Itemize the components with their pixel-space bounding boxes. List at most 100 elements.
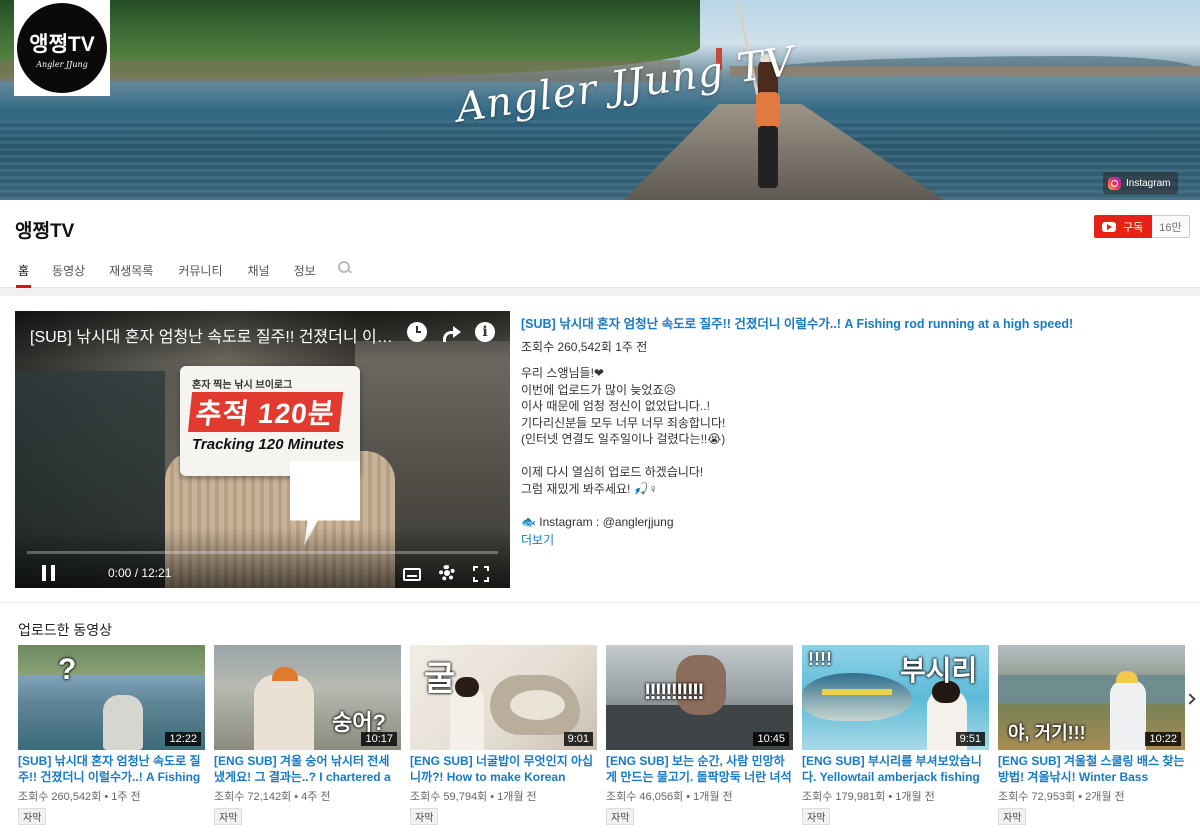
channel-header: 앵쩡TV 구독 16만 홈 동영상 재생목록 커뮤니티 채널 정보	[0, 200, 1200, 288]
video-thumbnail[interactable]: ? 12:22	[18, 645, 205, 750]
player-controls: 0:00 / 12:21	[15, 561, 510, 588]
subtitle-badge: 자막	[18, 808, 47, 825]
desc-line: (인터넷 연결도 일주일이나 걸렸다는!!😭)	[521, 432, 726, 446]
progress-bar[interactable]	[27, 551, 498, 554]
banner-pier	[730, 66, 1200, 76]
uploads-heading: 업로드한 동영상	[18, 622, 113, 638]
search-icon	[337, 261, 352, 275]
video-card[interactable]: 야, 거기!!! 10:22 [ENG SUB] 겨울철 스쿨링 배스 찾는 방…	[998, 645, 1185, 826]
player-time: 0:00 / 12:21	[108, 566, 172, 580]
settings-icon[interactable]	[439, 565, 455, 581]
banner-water	[0, 120, 1200, 200]
thumb-english-text: Tracking 120 Minutes	[192, 436, 345, 453]
channel-name: 앵쩡TV	[15, 221, 75, 242]
video-thumbnail[interactable]: 굴 9:01	[410, 645, 597, 750]
video-duration: 10:17	[361, 732, 397, 746]
tab-videos[interactable]: 동영상	[52, 258, 85, 288]
pause-icon[interactable]	[42, 565, 56, 581]
desc-line: 그럼 재밌게 봐주세요! 🎣♀	[521, 481, 658, 496]
video-player[interactable]: 혼자 찍는 낚시 브이로그 추적 120분 Tracking 120 Minut…	[15, 311, 510, 588]
channel-tabs: 홈 동영상 재생목록 커뮤니티 채널 정보	[0, 258, 352, 288]
video-title[interactable]: [ENG SUB] 겨울철 스쿨링 배스 찾는 방법! 겨울낚시! Winter…	[998, 753, 1185, 785]
video-duration: 9:01	[563, 732, 593, 746]
video-meta: 조회수 179,981회 • 1개월 전	[802, 791, 935, 803]
video-thumbnail[interactable]: 야, 거기!!! 10:22	[998, 645, 1185, 750]
subtitle-badge: 자막	[606, 808, 635, 825]
thumb-big-text: 추적 120분	[187, 392, 343, 432]
show-more-link[interactable]: 더보기	[521, 531, 554, 548]
subscribe-button[interactable]: 구독	[1094, 215, 1153, 238]
subscriber-count: 16만	[1152, 215, 1190, 238]
video-duration: 10:22	[1145, 732, 1181, 746]
thumb-top-text: 혼자 찍는 낚시 브이로그	[192, 380, 293, 391]
subtitle-badge: 자막	[998, 808, 1027, 825]
desc-line: 이번에 업로드가 많이 늦었죠😥	[521, 382, 676, 397]
desc-line: 이사 때문에 엄청 정신이 없었답니다..!	[521, 399, 710, 413]
tab-home[interactable]: 홈	[15, 258, 32, 288]
featured-body: 우리 스앵님들!❤ 이번에 업로드가 많이 늦었죠😥 이사 때문에 엄청 정신이…	[521, 365, 1191, 530]
player-top-icons	[407, 322, 495, 342]
desc-line: 이제 다시 열심히 업로드 하겠습니다!	[521, 465, 704, 479]
channel-search-button[interactable]	[337, 258, 352, 288]
thumb-overlay: ?	[58, 653, 77, 686]
youtube-play-icon	[1102, 221, 1116, 232]
fullscreen-icon[interactable]	[473, 566, 489, 582]
logo-main-text: 앵쩡TV	[29, 33, 95, 56]
thumb-overlay: 부시리	[900, 655, 978, 686]
video-card[interactable]: ? 12:22 [SUB] 낚시대 혼자 엄청난 속도로 질주!! 건졌더니 이…	[18, 645, 205, 826]
video-title[interactable]: [SUB] 낚시대 혼자 엄청난 속도로 질주!! 건졌더니 이럴수가..! A…	[18, 753, 205, 785]
video-title[interactable]: [ENG SUB] 부시리를 부셔보았습니다. Yellowtail amber…	[802, 753, 989, 785]
thumb-overlay: !!!!!!!!!!!	[644, 679, 705, 704]
desc-line	[521, 448, 1191, 465]
video-thumbnail[interactable]: 숭어? 10:17	[214, 645, 401, 750]
video-meta: 조회수 59,794회 • 1개월 전	[410, 791, 537, 803]
video-card[interactable]: 굴 9:01 [ENG SUB] 너굴밥이 무엇인지 아십니까?! How to…	[410, 645, 597, 826]
captions-icon[interactable]	[403, 568, 421, 581]
video-meta: 조회수 72,142회 • 4주 전	[214, 791, 331, 803]
next-arrow-icon[interactable]	[1184, 693, 1196, 705]
video-title[interactable]: [ENG SUB] 보는 순간, 사람 민망하게 만드는 물고기. 돌팍망둑 너…	[606, 753, 793, 785]
tab-community[interactable]: 커뮤니티	[178, 258, 222, 288]
subscribe-label: 구독	[1123, 221, 1144, 234]
video-meta: 조회수 260,542회 • 1주 전	[18, 791, 141, 803]
tab-channels[interactable]: 채널	[248, 258, 270, 288]
player-title[interactable]: [SUB] 낚시대 혼자 엄청난 속도로 질주!! 건졌더니 이럴수가..! A…	[30, 323, 400, 347]
video-thumbnail[interactable]: !!!!!!!!!!! 10:45	[606, 645, 793, 750]
watch-later-icon[interactable]	[407, 322, 427, 342]
featured-description: [SUB] 낚시대 혼자 엄청난 속도로 질주!! 건졌더니 이럴수가..! A…	[521, 313, 1191, 549]
subtitle-badge: 자막	[802, 808, 831, 825]
channel-banner: Angler JJung TV 앵쩡TV Angler JJung Instag…	[0, 0, 1200, 200]
featured-meta: 조회수 260,542회 1주 전	[521, 340, 648, 354]
instagram-link[interactable]: Instagram	[1103, 172, 1179, 194]
tab-about[interactable]: 정보	[294, 258, 316, 288]
featured-section: 혼자 찍는 낚시 브이로그 추적 120분 Tracking 120 Minut…	[0, 296, 1200, 602]
tab-playlists[interactable]: 재생목록	[109, 258, 153, 288]
logo-sub-text: Angler JJung	[36, 60, 88, 69]
video-title[interactable]: [ENG SUB] 겨울 숭어 낚시터 전세 냈게요! 그 결과는..? I c…	[214, 753, 401, 785]
thumb-overlay: 야, 거기!!!	[1008, 723, 1086, 743]
channel-logo[interactable]: 앵쩡TV Angler JJung	[14, 0, 110, 96]
desc-line: 기다리신분들 모두 너무 너무 죄송합니다!	[521, 415, 726, 430]
subscribe-group: 구독 16만	[1094, 215, 1190, 238]
video-title[interactable]: [ENG SUB] 너굴밥이 무엇인지 아십니까?! How to make K…	[410, 753, 597, 785]
video-duration: 12:22	[165, 732, 201, 746]
instagram-label: Instagram	[1126, 177, 1171, 189]
thumb-title-card: 혼자 찍는 낚시 브이로그 추적 120분 Tracking 120 Minut…	[180, 366, 360, 476]
video-card[interactable]: 숭어? 10:17 [ENG SUB] 겨울 숭어 낚시터 전세 냈게요! 그 …	[214, 645, 401, 826]
video-duration: 9:51	[955, 732, 985, 746]
video-duration: 10:45	[753, 732, 789, 746]
thumb-overlay: 굴	[424, 660, 456, 698]
share-icon[interactable]	[441, 322, 461, 342]
video-card[interactable]: !!!!!!!!!!! 10:45 [ENG SUB] 보는 순간, 사람 민망…	[606, 645, 793, 826]
video-meta: 조회수 46,056회 • 1개월 전	[606, 791, 733, 803]
video-thumbnail[interactable]: !!!! 부시리 9:51	[802, 645, 989, 750]
subtitle-badge: 자막	[214, 808, 243, 825]
instagram-icon	[1108, 176, 1121, 190]
uploads-shelf: 업로드한 동영상 ? 12:22 [SUB] 낚시대 혼자 엄청난 속도로 질주…	[0, 603, 1200, 834]
video-card[interactable]: !!!! 부시리 9:51 [ENG SUB] 부시리를 부셔보았습니다. Ye…	[802, 645, 989, 826]
featured-title-link[interactable]: [SUB] 낚시대 혼자 엄청난 속도로 질주!! 건졌더니 이럴수가..! A…	[521, 313, 1191, 332]
info-icon[interactable]	[475, 322, 495, 342]
desc-line: 🐟 Instagram : @anglerjjung	[521, 514, 674, 529]
desc-line: 우리 스앵님들!❤	[521, 366, 604, 380]
video-meta: 조회수 72,953회 • 2개월 전	[998, 791, 1125, 803]
